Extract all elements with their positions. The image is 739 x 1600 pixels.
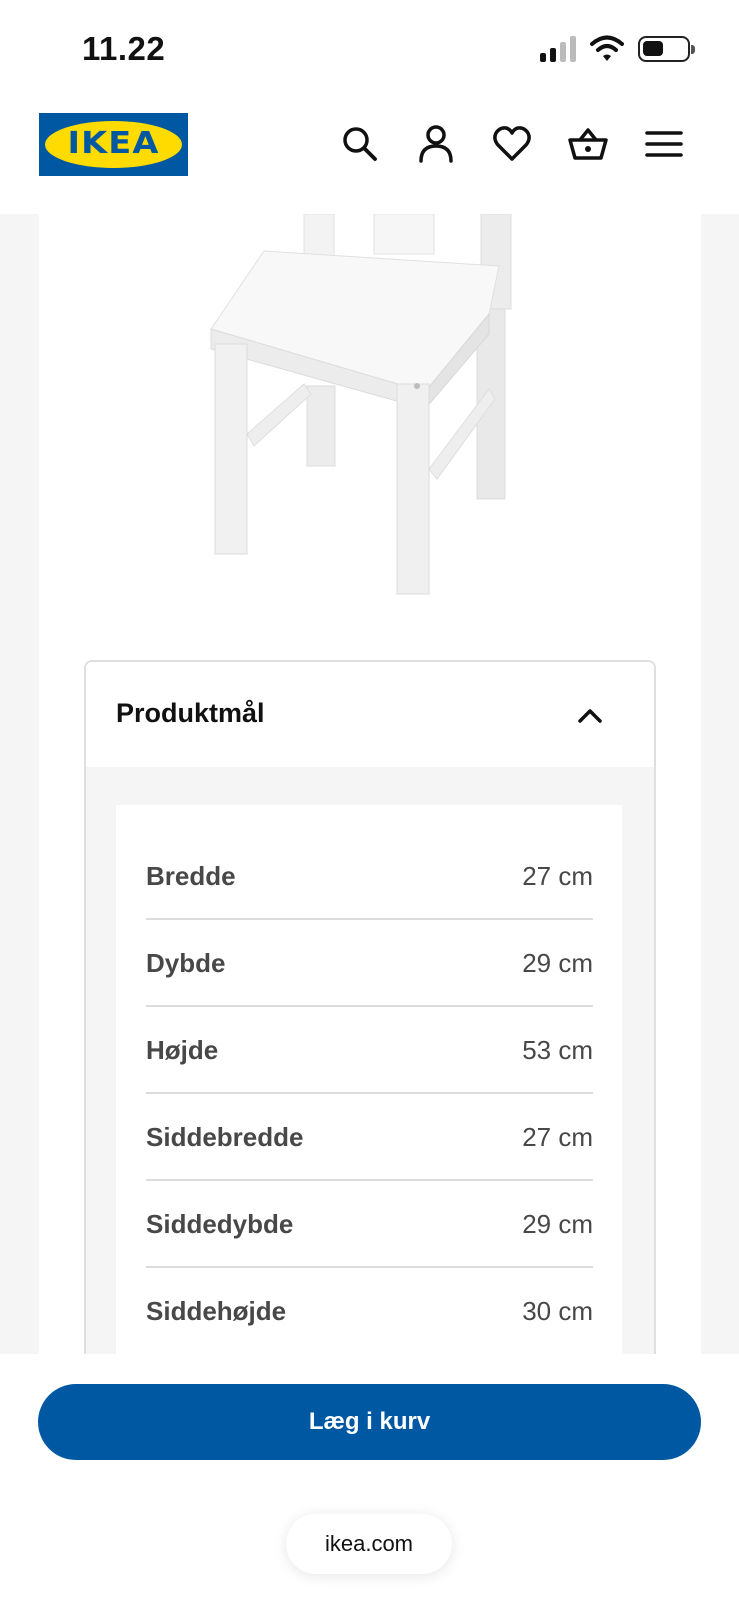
wifi-icon [590, 35, 624, 61]
chevron-up-icon[interactable] [576, 704, 604, 726]
bottom-bar: Læg i kurv ikea.com [0, 1354, 739, 1600]
dimension-value: 29 cm [522, 948, 593, 978]
dimension-row: Dybde 29 cm [146, 920, 593, 1007]
dimension-value: 29 cm [522, 1209, 593, 1239]
search-icon[interactable] [340, 124, 380, 164]
dimension-row: Højde 53 cm [146, 1007, 593, 1094]
dimension-value: 53 cm [522, 1035, 593, 1065]
browser-url-bar[interactable]: ikea.com [286, 1514, 452, 1574]
dimension-value: 30 cm [522, 1296, 593, 1326]
menu-icon[interactable] [644, 124, 684, 164]
accordion-header[interactable]: Produktmål [86, 662, 654, 767]
dimension-row: Bredde 27 cm [146, 833, 593, 920]
account-icon[interactable] [416, 124, 456, 164]
product-image[interactable] [189, 214, 589, 614]
dimension-value: 27 cm [522, 861, 593, 891]
accordion-title: Produktmål [116, 698, 265, 728]
product-dimensions-accordion: Produktmål Bredde 27 cm Dybde 29 cm Højd… [84, 660, 656, 1354]
heart-icon[interactable] [492, 124, 532, 164]
product-content: Produktmål Bredde 27 cm Dybde 29 cm Højd… [39, 214, 701, 1354]
dimension-label: Dybde [146, 948, 226, 978]
site-header: IKEA [0, 96, 739, 214]
status-time: 11.22 [82, 30, 166, 67]
dimension-row: Siddehøjde 30 cm [146, 1268, 593, 1354]
dimension-label: Bredde [146, 861, 236, 891]
dimensions-table: Bredde 27 cm Dybde 29 cm Højde 53 cm Sid… [116, 805, 622, 1354]
dimension-label: Højde [146, 1035, 219, 1065]
logo-text: IKEA [67, 126, 160, 161]
ikea-logo[interactable]: IKEA [39, 113, 188, 176]
dimension-label: Siddebredde [146, 1122, 304, 1152]
dimension-value: 27 cm [522, 1122, 593, 1152]
accordion-body: Bredde 27 cm Dybde 29 cm Højde 53 cm Sid… [86, 767, 654, 1354]
add-to-cart-button[interactable]: Læg i kurv [38, 1384, 701, 1460]
dimension-row: Siddedybde 29 cm [146, 1181, 593, 1268]
signal-icon [540, 36, 578, 62]
basket-icon[interactable] [568, 124, 608, 164]
battery-icon [638, 36, 695, 62]
dimension-label: Siddedybde [146, 1209, 294, 1239]
status-bar: 11.22 [0, 0, 739, 96]
product-page: 11.22 IKEA Produktmål Bredde 27 cm Dybde… [0, 0, 739, 1600]
dimension-row: Siddebredde 27 cm [146, 1094, 593, 1181]
dimension-label: Siddehøjde [146, 1296, 287, 1326]
